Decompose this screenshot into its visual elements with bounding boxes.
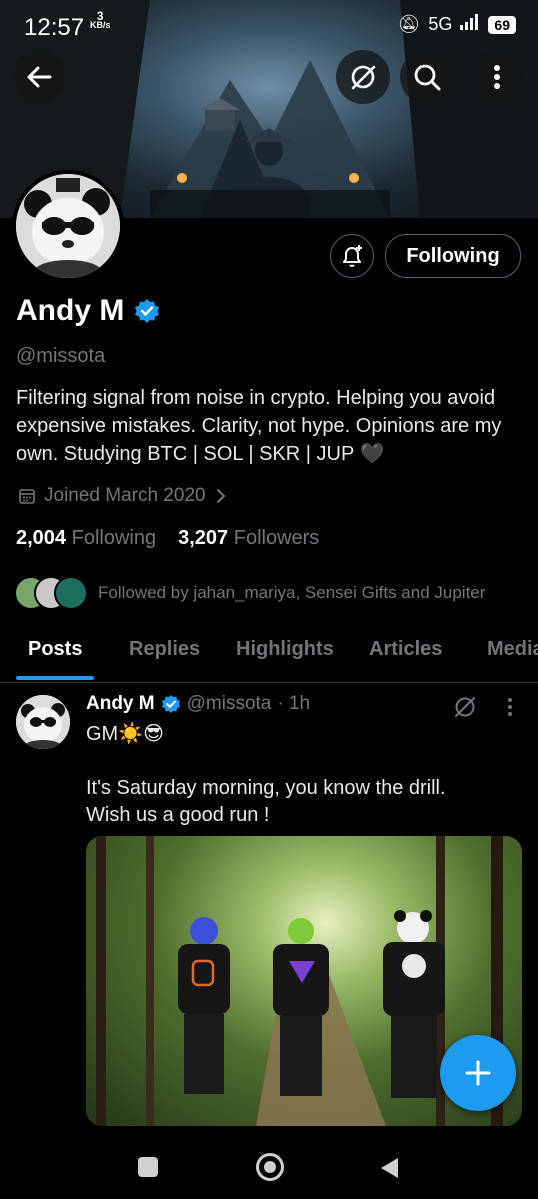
recent-apps-button[interactable] <box>138 1157 158 1177</box>
battery-indicator: 69 <box>488 15 516 34</box>
post-avatar[interactable] <box>16 695 70 749</box>
more-vertical-icon[interactable] <box>506 696 514 718</box>
status-time: 12:57 <box>24 14 85 41</box>
status-icons: 🔕︎ 5G 69 <box>398 14 516 35</box>
following-label: Following <box>71 527 157 549</box>
bell-plus-icon <box>343 245 362 267</box>
network-speed: 3 KB/s <box>90 10 111 30</box>
following-count: 2,004 <box>16 527 67 549</box>
status-bar: 12:57 3 KB/s 🔕︎ 5G 69 <box>0 0 538 48</box>
search-button[interactable] <box>400 50 454 104</box>
tab-highlights[interactable]: Highlights <box>236 638 334 661</box>
followed-by-text: Followed by jahan_mariya, Sensei Gifts a… <box>98 583 486 602</box>
post-author-handle[interactable]: @missota <box>187 693 272 715</box>
tab-media[interactable]: Media <box>487 638 538 661</box>
grok-icon <box>351 65 376 90</box>
post-text-line: GM☀️😎 <box>86 723 164 745</box>
follow-counts: 2,004 Following 3,207 Followers <box>16 527 319 550</box>
home-dot <box>264 1161 276 1173</box>
back-button[interactable] <box>12 50 66 104</box>
profile-bio: Filtering signal from noise in crypto. H… <box>16 387 502 465</box>
joined-date-text: Joined March 2020 <box>44 485 206 506</box>
followed-by-avatars <box>14 576 88 610</box>
followers-count: 3,207 <box>178 527 229 549</box>
plus-icon <box>465 1060 491 1086</box>
verified-badge-icon <box>135 299 160 323</box>
following-count-link[interactable]: 2,004 Following <box>16 527 156 550</box>
panda-avatar-image <box>16 695 70 749</box>
profile-name: Andy M <box>16 294 160 328</box>
following-button[interactable]: Following <box>385 234 521 278</box>
post-text: GM☀️😎 It's Saturday morning, you know th… <box>86 721 516 829</box>
panda-avatar-image <box>16 174 120 278</box>
tab-articles[interactable]: Articles <box>369 638 442 661</box>
profile-tabs: Posts Replies Highlights Articles Media <box>0 630 538 683</box>
calendar-icon <box>19 489 35 504</box>
more-options-button[interactable] <box>470 50 524 104</box>
chevron-right-icon[interactable] <box>214 487 228 505</box>
active-tab-indicator <box>16 676 94 680</box>
arrow-left-icon <box>27 66 52 88</box>
notifications-button[interactable] <box>330 234 374 278</box>
followers-count-link[interactable]: 3,207 Followers <box>178 527 319 550</box>
post-author-name[interactable]: Andy M <box>86 693 155 715</box>
network-type: 5G <box>428 14 453 34</box>
post-text-line: Wish us a good run ! <box>86 804 270 826</box>
post-text-line: It's Saturday morning, you know the dril… <box>86 777 446 799</box>
runner-figure <box>383 910 445 1098</box>
system-nav-bar <box>0 1140 538 1199</box>
compose-post-button[interactable] <box>440 1035 516 1111</box>
tab-replies[interactable]: Replies <box>129 638 200 661</box>
verified-badge-icon <box>161 695 180 713</box>
profile-handle: @missota <box>16 345 106 367</box>
joined-date: Joined March 2020 <box>18 485 228 507</box>
post-time: · 1h <box>277 693 311 714</box>
followers-label: Followers <box>233 527 320 549</box>
followed-by[interactable]: Followed by jahan_mariya, Sensei Gifts a… <box>14 576 485 610</box>
runner-figure <box>178 917 230 1094</box>
post[interactable]: Andy M @missota · 1h GM☀️😎 It's Saturday… <box>0 683 538 1199</box>
tab-posts[interactable]: Posts <box>28 638 82 661</box>
grok-button[interactable] <box>336 50 390 104</box>
search-icon <box>414 64 441 91</box>
more-vertical-icon <box>494 65 500 89</box>
avatar <box>54 576 88 610</box>
profile-avatar[interactable] <box>12 170 124 282</box>
post-header: Andy M @missota · 1h <box>86 693 310 715</box>
runner-figure <box>273 918 329 1096</box>
back-triangle-icon[interactable] <box>378 1156 400 1180</box>
signal-icon <box>460 14 480 35</box>
grok-icon[interactable] <box>453 695 477 719</box>
mute-icon: 🔕︎ <box>397 14 421 34</box>
home-button[interactable] <box>256 1153 284 1181</box>
network-speed-unit: KB/s <box>90 20 111 30</box>
profile-name-text: Andy M <box>16 294 125 327</box>
